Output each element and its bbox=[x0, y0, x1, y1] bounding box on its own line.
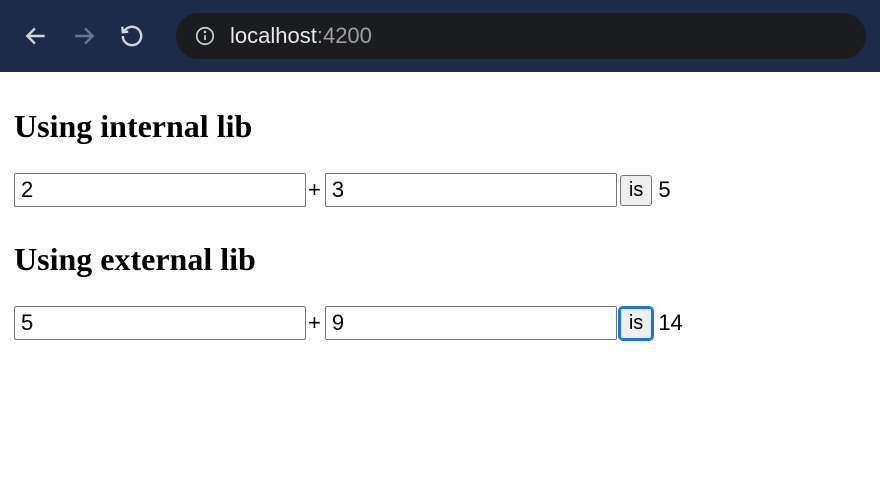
url-text: localhost:4200 bbox=[230, 23, 372, 49]
plus-sign: + bbox=[308, 310, 321, 336]
internal-result: 5 bbox=[658, 177, 670, 203]
external-calc-row: + is 14 bbox=[14, 306, 866, 340]
nav-buttons bbox=[14, 14, 154, 58]
browser-chrome-bar: localhost:4200 bbox=[0, 0, 880, 72]
arrow-right-icon bbox=[71, 23, 97, 49]
url-host: localhost bbox=[230, 23, 317, 48]
external-operand-a-input[interactable] bbox=[14, 306, 306, 340]
page-content: Using internal lib + is 5 Using external… bbox=[0, 72, 880, 392]
site-info-icon[interactable] bbox=[194, 25, 216, 47]
internal-operand-a-input[interactable] bbox=[14, 173, 306, 207]
arrow-left-icon bbox=[23, 23, 49, 49]
external-operand-b-input[interactable] bbox=[325, 306, 617, 340]
internal-operand-b-input[interactable] bbox=[325, 173, 617, 207]
url-port: :4200 bbox=[317, 23, 372, 48]
internal-is-button[interactable]: is bbox=[620, 175, 652, 206]
external-lib-heading: Using external lib bbox=[14, 241, 866, 278]
plus-sign: + bbox=[308, 177, 321, 203]
forward-button[interactable] bbox=[62, 14, 106, 58]
reload-icon bbox=[119, 23, 145, 49]
internal-lib-heading: Using internal lib bbox=[14, 108, 866, 145]
external-result: 14 bbox=[658, 310, 682, 336]
internal-calc-row: + is 5 bbox=[14, 173, 866, 207]
address-bar[interactable]: localhost:4200 bbox=[176, 13, 866, 59]
back-button[interactable] bbox=[14, 14, 58, 58]
reload-button[interactable] bbox=[110, 14, 154, 58]
external-is-button[interactable]: is bbox=[620, 308, 652, 339]
